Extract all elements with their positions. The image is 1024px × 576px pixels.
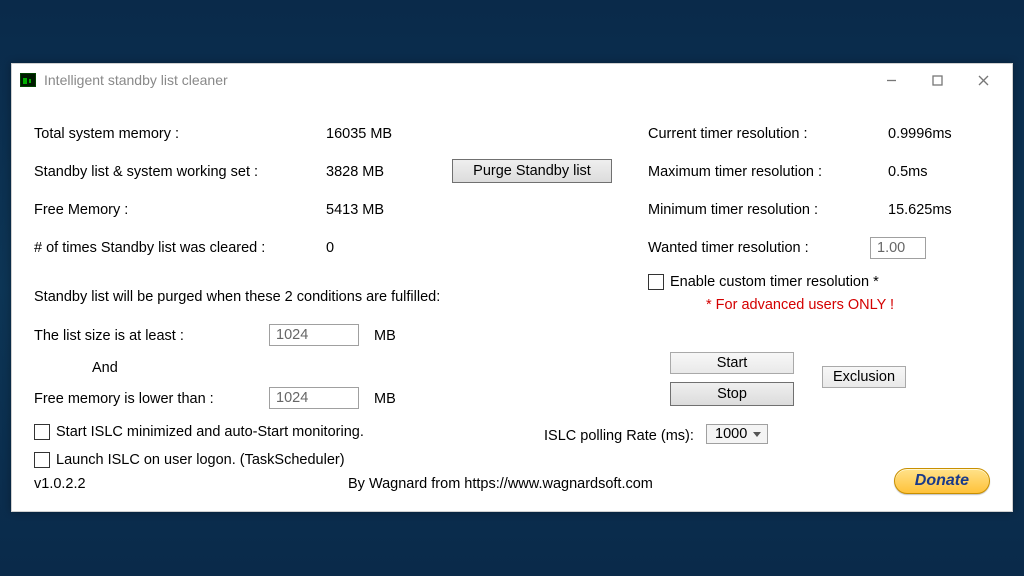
free-memory-label: Free Memory : (34, 202, 128, 218)
and-label: And (92, 360, 118, 376)
enable-custom-timer-checkbox[interactable] (648, 274, 664, 290)
polling-rate-select[interactable]: 1000 (706, 424, 768, 444)
list-size-label: The list size is at least : (34, 328, 184, 344)
minimize-button[interactable] (868, 65, 914, 95)
min-timer-label: Minimum timer resolution : (648, 202, 818, 218)
free-memory-value: 5413 MB (326, 202, 384, 218)
app-icon (20, 73, 36, 87)
autostart-label: Start ISLC minimized and auto-Start moni… (56, 424, 364, 440)
stop-button[interactable]: Stop (670, 382, 794, 406)
exclusion-button[interactable]: Exclusion (822, 366, 906, 388)
wanted-timer-label: Wanted timer resolution : (648, 240, 809, 256)
logon-label: Launch ISLC on user logon. (TaskSchedule… (56, 452, 345, 468)
window-controls (868, 65, 1006, 95)
min-timer-value: 15.625ms (888, 202, 952, 218)
cleared-count-value: 0 (326, 240, 334, 256)
enable-custom-timer-label: Enable custom timer resolution * (670, 274, 879, 290)
current-timer-label: Current timer resolution : (648, 126, 808, 142)
list-size-unit: MB (374, 328, 396, 344)
app-window: Intelligent standby list cleaner Total s… (11, 63, 1013, 512)
timer-warning: * For advanced users ONLY ! (706, 297, 894, 313)
total-memory-label: Total system memory : (34, 126, 179, 142)
polling-rate-value: 1000 (715, 426, 747, 442)
version-label: v1.0.2.2 (34, 476, 86, 492)
standby-label: Standby list & system working set : (34, 164, 258, 180)
polling-rate-label: ISLC polling Rate (ms): (544, 428, 694, 444)
total-memory-value: 16035 MB (326, 126, 392, 142)
wanted-timer-input[interactable] (870, 237, 926, 259)
free-mem-threshold-input[interactable] (269, 387, 359, 409)
start-button[interactable]: Start (670, 352, 794, 374)
logon-checkbox[interactable] (34, 452, 50, 468)
conditions-heading: Standby list will be purged when these 2… (34, 289, 440, 305)
cleared-count-label: # of times Standby list was cleared : (34, 240, 265, 256)
current-timer-value: 0.9996ms (888, 126, 952, 142)
credit-label: By Wagnard from https://www.wagnardsoft.… (348, 476, 653, 492)
free-mem-threshold-unit: MB (374, 391, 396, 407)
free-mem-threshold-label: Free memory is lower than : (34, 391, 214, 407)
donate-button[interactable]: Donate (894, 468, 990, 494)
window-title: Intelligent standby list cleaner (44, 72, 868, 88)
maximize-button[interactable] (914, 65, 960, 95)
standby-value: 3828 MB (326, 164, 384, 180)
autostart-checkbox[interactable] (34, 424, 50, 440)
close-button[interactable] (960, 65, 1006, 95)
list-size-input[interactable] (269, 324, 359, 346)
purge-button[interactable]: Purge Standby list (452, 159, 612, 183)
max-timer-value: 0.5ms (888, 164, 928, 180)
max-timer-label: Maximum timer resolution : (648, 164, 822, 180)
titlebar: Intelligent standby list cleaner (12, 64, 1012, 96)
content-area: Total system memory : 16035 MB Standby l… (12, 96, 1012, 511)
